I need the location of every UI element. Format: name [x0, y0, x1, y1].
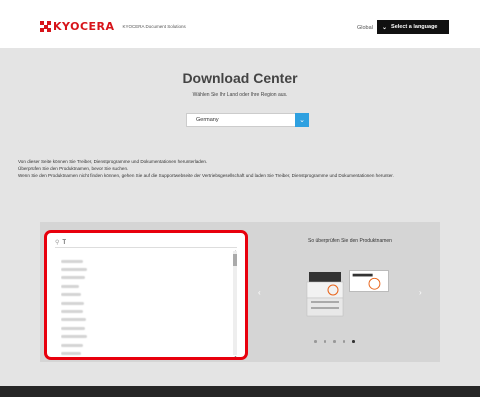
- chevron-down-icon[interactable]: ⌄: [295, 113, 309, 127]
- scrollbar-thumb[interactable]: [233, 254, 237, 266]
- country-select-value: Germany: [196, 117, 219, 123]
- blurred-product-name: [61, 259, 83, 263]
- list-item[interactable]: [61, 257, 231, 265]
- blurred-product-name: [61, 351, 81, 355]
- product-search-input[interactable]: ⚲ T: [55, 238, 237, 248]
- carousel-dot[interactable]: [333, 340, 336, 343]
- blurred-product-name: [61, 326, 85, 330]
- country-select[interactable]: Germany ⌄: [186, 113, 309, 127]
- sub-brand: KYOCERA Document Solutions: [122, 24, 186, 29]
- carousel-dot[interactable]: [323, 340, 326, 343]
- page-subtitle: Wählen Sie Ihr Land oder Ihre Region aus…: [192, 92, 288, 98]
- scroll-down-icon[interactable]: ▼: [234, 355, 237, 357]
- search-query: T: [62, 239, 67, 246]
- blurred-product-name: [61, 318, 86, 322]
- list-item[interactable]: [61, 282, 231, 290]
- info-text: Von dieser Seite können Sie Treiber, Die…: [18, 158, 468, 179]
- list-item[interactable]: [61, 324, 231, 332]
- page-title: Download Center: [182, 70, 298, 86]
- blurred-product-name: [61, 276, 85, 280]
- list-item[interactable]: [61, 265, 231, 273]
- global-link[interactable]: Global: [357, 25, 373, 31]
- logo-mark-icon: [40, 21, 51, 32]
- site-footer: [0, 386, 480, 397]
- printer-illustration: [306, 272, 344, 317]
- carousel-dot-active[interactable]: [352, 340, 355, 343]
- blurred-product-name: [61, 293, 81, 297]
- select-language-button[interactable]: ⌄ Select a language: [377, 20, 449, 34]
- chevron-left-icon[interactable]: ‹: [258, 288, 261, 297]
- search-icon: ⚲: [55, 240, 60, 246]
- carousel-title: So überprüfen Sie den Produktnamen: [308, 238, 392, 244]
- kyocera-logo[interactable]: KYOCERA KYOCERA Document Solutions: [40, 20, 186, 33]
- list-item[interactable]: [61, 299, 231, 307]
- blurred-product-name: [61, 268, 87, 272]
- carousel-pagination: [314, 340, 355, 343]
- carousel-dot[interactable]: [342, 340, 345, 343]
- blurred-product-name: [61, 310, 83, 314]
- list-item[interactable]: [61, 333, 231, 341]
- brand-name: KYOCERA: [53, 20, 115, 33]
- list-item[interactable]: [61, 341, 231, 349]
- chevron-down-icon: ⌄: [382, 24, 388, 31]
- list-item[interactable]: [61, 316, 231, 324]
- list-item[interactable]: [61, 274, 231, 282]
- list-item[interactable]: [61, 307, 231, 315]
- blurred-product-name: [61, 301, 84, 305]
- site-header: KYOCERA KYOCERA Document Solutions Globa…: [0, 0, 480, 48]
- blurred-product-name: [61, 343, 83, 347]
- blurred-product-name: [61, 284, 79, 288]
- info-line-1: Von dieser Seite können Sie Treiber, Die…: [18, 159, 208, 164]
- select-language-label: Select a language: [391, 24, 438, 30]
- scrollbar[interactable]: [233, 251, 237, 355]
- info-line-3: Wenn Sie den Produktnamen nicht finden k…: [18, 173, 394, 178]
- blurred-product-name: [61, 335, 87, 339]
- chevron-right-icon[interactable]: ›: [419, 288, 422, 297]
- list-item[interactable]: [61, 349, 231, 357]
- carousel-dot[interactable]: [314, 340, 317, 343]
- search-results-list[interactable]: [61, 257, 231, 357]
- info-line-2: Überprüfen Sie den Produktnamen, bevor S…: [18, 166, 129, 171]
- list-item[interactable]: [61, 291, 231, 299]
- product-label-illustration: [349, 270, 389, 292]
- product-search-box: ⚲ T ▲ ▼: [44, 230, 248, 360]
